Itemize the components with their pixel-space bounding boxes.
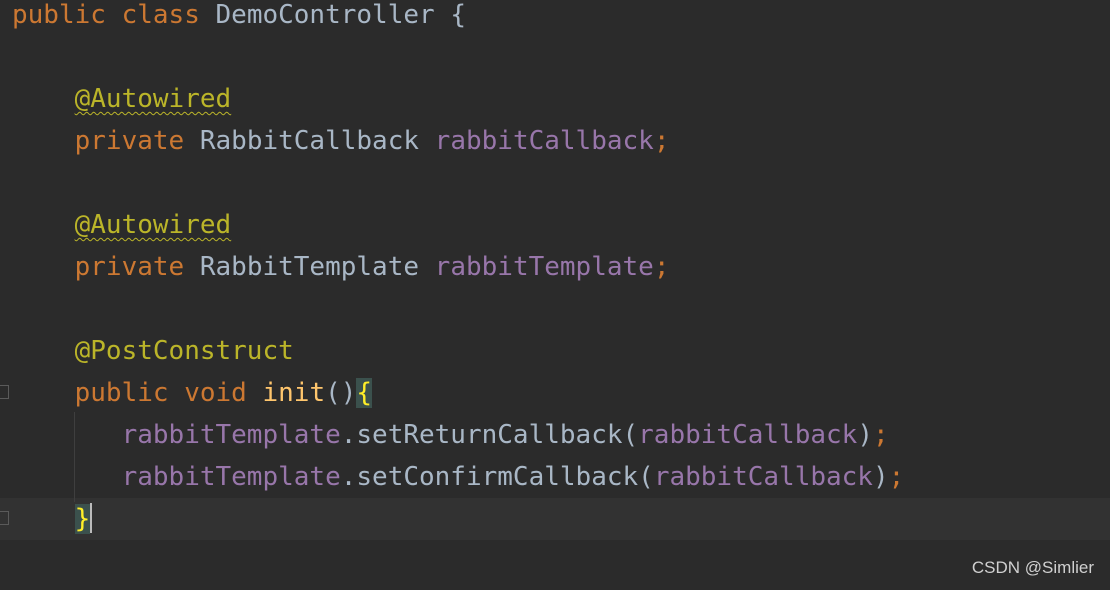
field-name: rabbitCallback — [434, 126, 654, 156]
open-brace-highlighted: { — [356, 378, 373, 408]
dot: . — [340, 462, 357, 492]
close-brace-highlighted: } — [74, 504, 91, 534]
fold-marker-icon[interactable] — [0, 385, 9, 399]
semicolon: ; — [872, 420, 889, 450]
code-line[interactable]: @Autowired — [0, 78, 1110, 120]
argument: rabbitCallback — [653, 462, 873, 492]
keyword: private — [74, 252, 185, 282]
code-line[interactable]: private RabbitTemplate rabbitTemplate; — [0, 246, 1110, 288]
field-ref: rabbitTemplate — [121, 420, 341, 450]
method-name: init — [262, 378, 326, 408]
current-code-line[interactable]: } — [0, 498, 1110, 540]
code-line[interactable]: public void init(){ — [0, 372, 1110, 414]
field-ref: rabbitTemplate — [121, 462, 341, 492]
code-line[interactable]: @PostConstruct — [0, 330, 1110, 372]
keyword: public — [74, 378, 169, 408]
field-name: rabbitTemplate — [434, 252, 654, 282]
semicolon: ; — [653, 126, 670, 156]
code-line[interactable]: @Autowired — [0, 204, 1110, 246]
annotation: @PostConstruct — [74, 336, 294, 366]
indent-guide — [74, 412, 75, 502]
keyword: class — [121, 0, 200, 30]
code-line[interactable]: rabbitTemplate.setConfirmCallback(rabbit… — [0, 456, 1110, 498]
type-name: RabbitCallback — [199, 126, 420, 156]
dot: . — [340, 420, 357, 450]
watermark: CSDN @Simlier — [971, 558, 1094, 577]
code-editor[interactable]: public class DemoController { @Autowired… — [0, 0, 1110, 590]
argument: rabbitCallback — [638, 420, 858, 450]
class-name: DemoController — [215, 0, 435, 30]
close-paren: ) — [872, 462, 889, 492]
semicolon: ; — [653, 252, 670, 282]
keyword: void — [184, 378, 247, 408]
open-brace: { — [450, 0, 466, 30]
parentheses: () — [325, 378, 357, 408]
code-line[interactable]: public class DemoController { — [0, 0, 1110, 36]
method-call: setConfirmCallback( — [356, 462, 654, 492]
text-caret — [90, 503, 93, 533]
annotation: @Autowired — [74, 84, 232, 114]
type-name: RabbitTemplate — [199, 252, 420, 282]
method-call: setReturnCallback( — [356, 420, 639, 450]
keyword: public — [12, 0, 106, 30]
keyword: private — [74, 126, 185, 156]
close-paren: ) — [857, 420, 873, 450]
code-line[interactable]: private RabbitCallback rabbitCallback; — [0, 120, 1110, 162]
annotation: @Autowired — [74, 210, 232, 240]
fold-marker-icon[interactable] — [0, 511, 9, 525]
semicolon: ; — [888, 462, 905, 492]
code-line[interactable]: rabbitTemplate.setReturnCallback(rabbitC… — [0, 414, 1110, 456]
